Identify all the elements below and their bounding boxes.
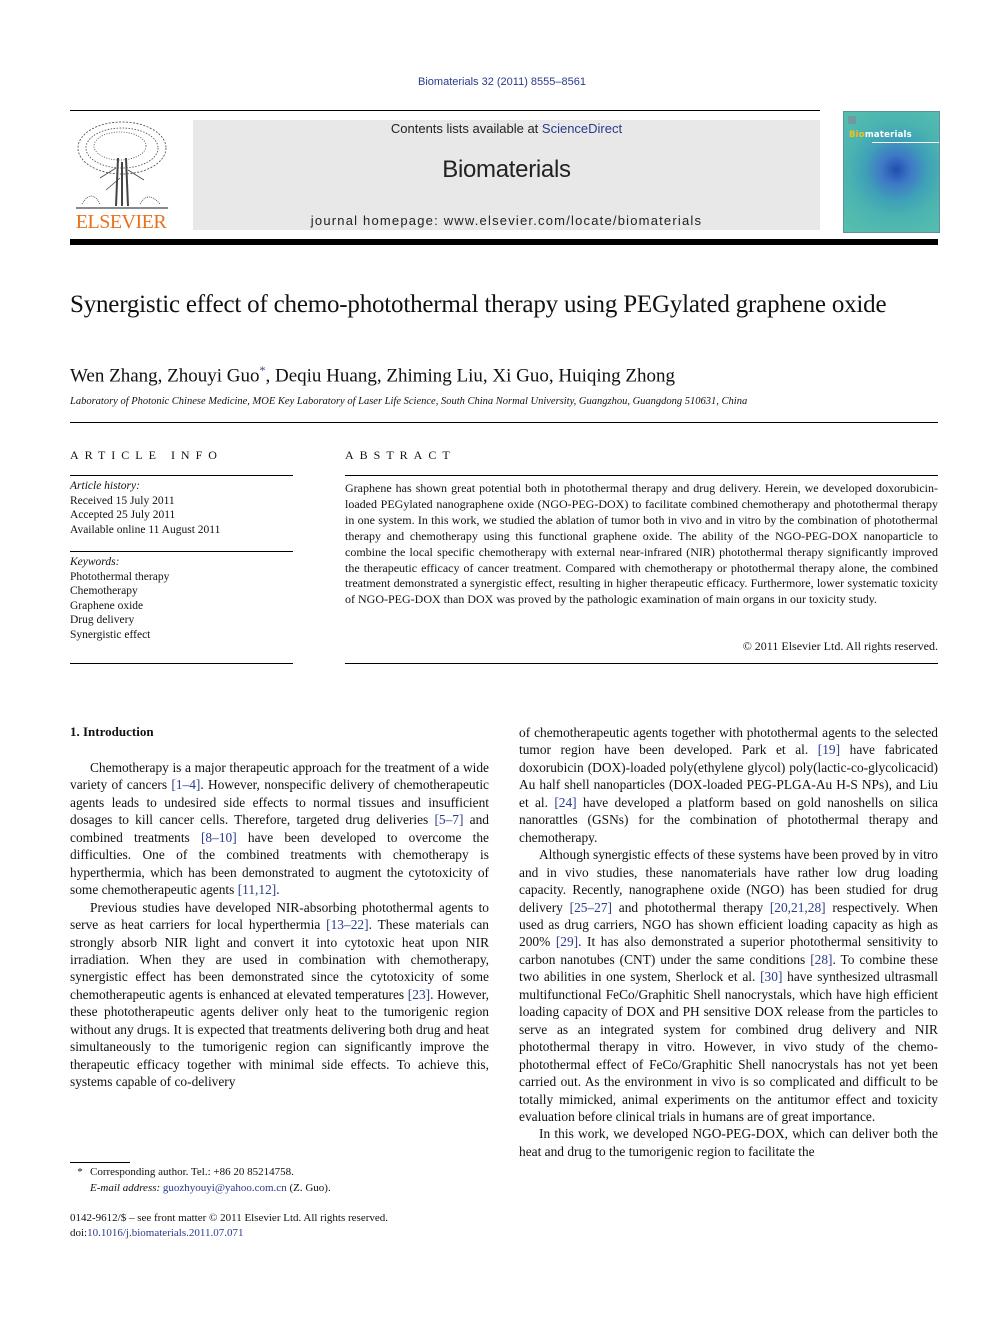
authors-part-2: , Deqiu Huang, Zhiming Liu, Xi Guo, Huiq… [265,365,676,387]
citation-link[interactable]: [30] [760,969,782,984]
paragraph-continued: of chemotherapeutic agents together with… [519,725,938,845]
footnote-star: * [77,1166,83,1178]
keyword-item: Synergistic effect [70,628,151,641]
citation-link[interactable]: [13–22] [326,917,368,932]
citation-link[interactable]: [29] [556,934,578,949]
citation-link[interactable]: [8–10] [201,830,237,845]
citation-link[interactable]: [28] [810,952,832,967]
elsevier-wordmark: ELSEVIER [75,211,167,233]
abstract-rule [345,475,938,476]
affiliation: Laboratory of Photonic Chinese Medicine,… [70,396,748,407]
masthead-thick-rule [70,239,938,245]
corresponding-author-footnote: * Corresponding author. Tel.: +86 20 8521… [70,1165,490,1196]
history-received: Received 15 July 2011 [70,494,175,507]
citation-link[interactable]: [11,12] [238,882,277,897]
citation-link[interactable]: [25–27] [570,900,612,915]
journal-homepage-link[interactable]: journal homepage: www.elsevier.com/locat… [193,213,820,228]
article-info-rule [70,475,293,476]
journal-citation-link[interactable]: Biomaterials 32 (2011) 8555–8561 [0,76,992,88]
keywords-rule [70,551,293,552]
keyword-item: Chemotherapy [70,585,138,597]
citation-link[interactable]: [20,21,28] [770,900,826,915]
doi-prefix: doi: [70,1226,88,1239]
article-title: Synergistic effect of chemo-photothermal… [70,291,887,318]
citation-link[interactable]: [23] [408,987,430,1002]
citation-link[interactable]: [24] [554,795,576,810]
keywords: Keywords: Photothermal therapy Chemother… [70,555,293,642]
contents-prefix: Contents lists available at [390,121,542,136]
keywords-label: Keywords: [70,556,120,568]
email-suffix: (Z. Guo). [286,1181,331,1194]
doi-link[interactable]: 10.1016/j.biomaterials.2011.07.071 [87,1227,243,1239]
keyword-item: Photothermal therapy [70,570,170,583]
history-online: Available online 11 August 2011 [70,523,221,536]
front-matter: 0142-9612/$ – see front matter © 2011 El… [70,1211,570,1240]
journal-name: Biomaterials [442,156,571,183]
corresponding-author-text: Corresponding author. Tel.: +86 20 85214… [90,1166,294,1178]
journal-cover-thumbnail[interactable]: Biomaterials [843,111,940,233]
abstract-copyright: © 2011 Elsevier Ltd. All rights reserved… [742,639,938,653]
abstract-heading: ABSTRACT [345,448,456,462]
author-list: Wen Zhang, Zhouyi Guo*, Deqiu Huang, Zhi… [70,363,940,387]
body-column-left: Chemotherapy is a major therapeutic appr… [70,759,489,1091]
sciencedirect-link[interactable]: ScienceDirect [542,121,622,136]
history-accepted: Accepted 25 July 2011 [70,509,176,521]
header-rule [70,110,820,111]
citation-link[interactable]: [19] [818,742,840,757]
email-label: E-mail address: [90,1181,163,1194]
article-info-heading: ARTICLE INFO [70,448,223,462]
body-column-right: of chemotherapeutic agents together with… [519,724,938,1160]
citation-link[interactable]: [5–7] [434,812,463,827]
article-history: Article history: Received 15 July 2011 A… [70,479,293,537]
history-label: Article history: [70,480,140,492]
abstract-text: Graphene has shown great potential both … [345,481,938,607]
elsevier-tree-icon [76,121,168,209]
issn-line: 0142-9612/$ – see front matter © 2011 El… [70,1212,389,1224]
keyword-item: Graphene oxide [70,599,144,612]
introduction-heading: 1. Introduction [70,724,154,739]
cover-publisher-icon [848,116,856,124]
affiliation-rule [70,422,938,423]
footnote-rule [70,1162,130,1163]
paragraph: Previous studies have developed NIR-abso… [70,899,489,1090]
citation-link[interactable]: [1–4] [171,777,200,792]
paragraph: Chemotherapy is a major therapeutic appr… [70,760,489,898]
contents-available-line: Contents lists available at ScienceDirec… [193,121,820,136]
cover-title: Biomaterials [849,130,912,140]
article-info-bottom-rule [70,663,293,664]
authors-part-1: Wen Zhang, Zhouyi Guo [70,365,260,387]
paragraph: In this work, we developed NGO-PEG-DOX, … [519,1126,938,1159]
abstract-bottom-rule [345,663,938,664]
elsevier-logo[interactable]: ELSEVIER [70,118,172,232]
paragraph: Although synergistic effects of these sy… [519,847,938,1124]
email-link[interactable]: guozhyouyi@yahoo.com.cn [163,1182,287,1194]
cover-rule [872,142,939,143]
keyword-item: Drug delivery [70,614,135,626]
